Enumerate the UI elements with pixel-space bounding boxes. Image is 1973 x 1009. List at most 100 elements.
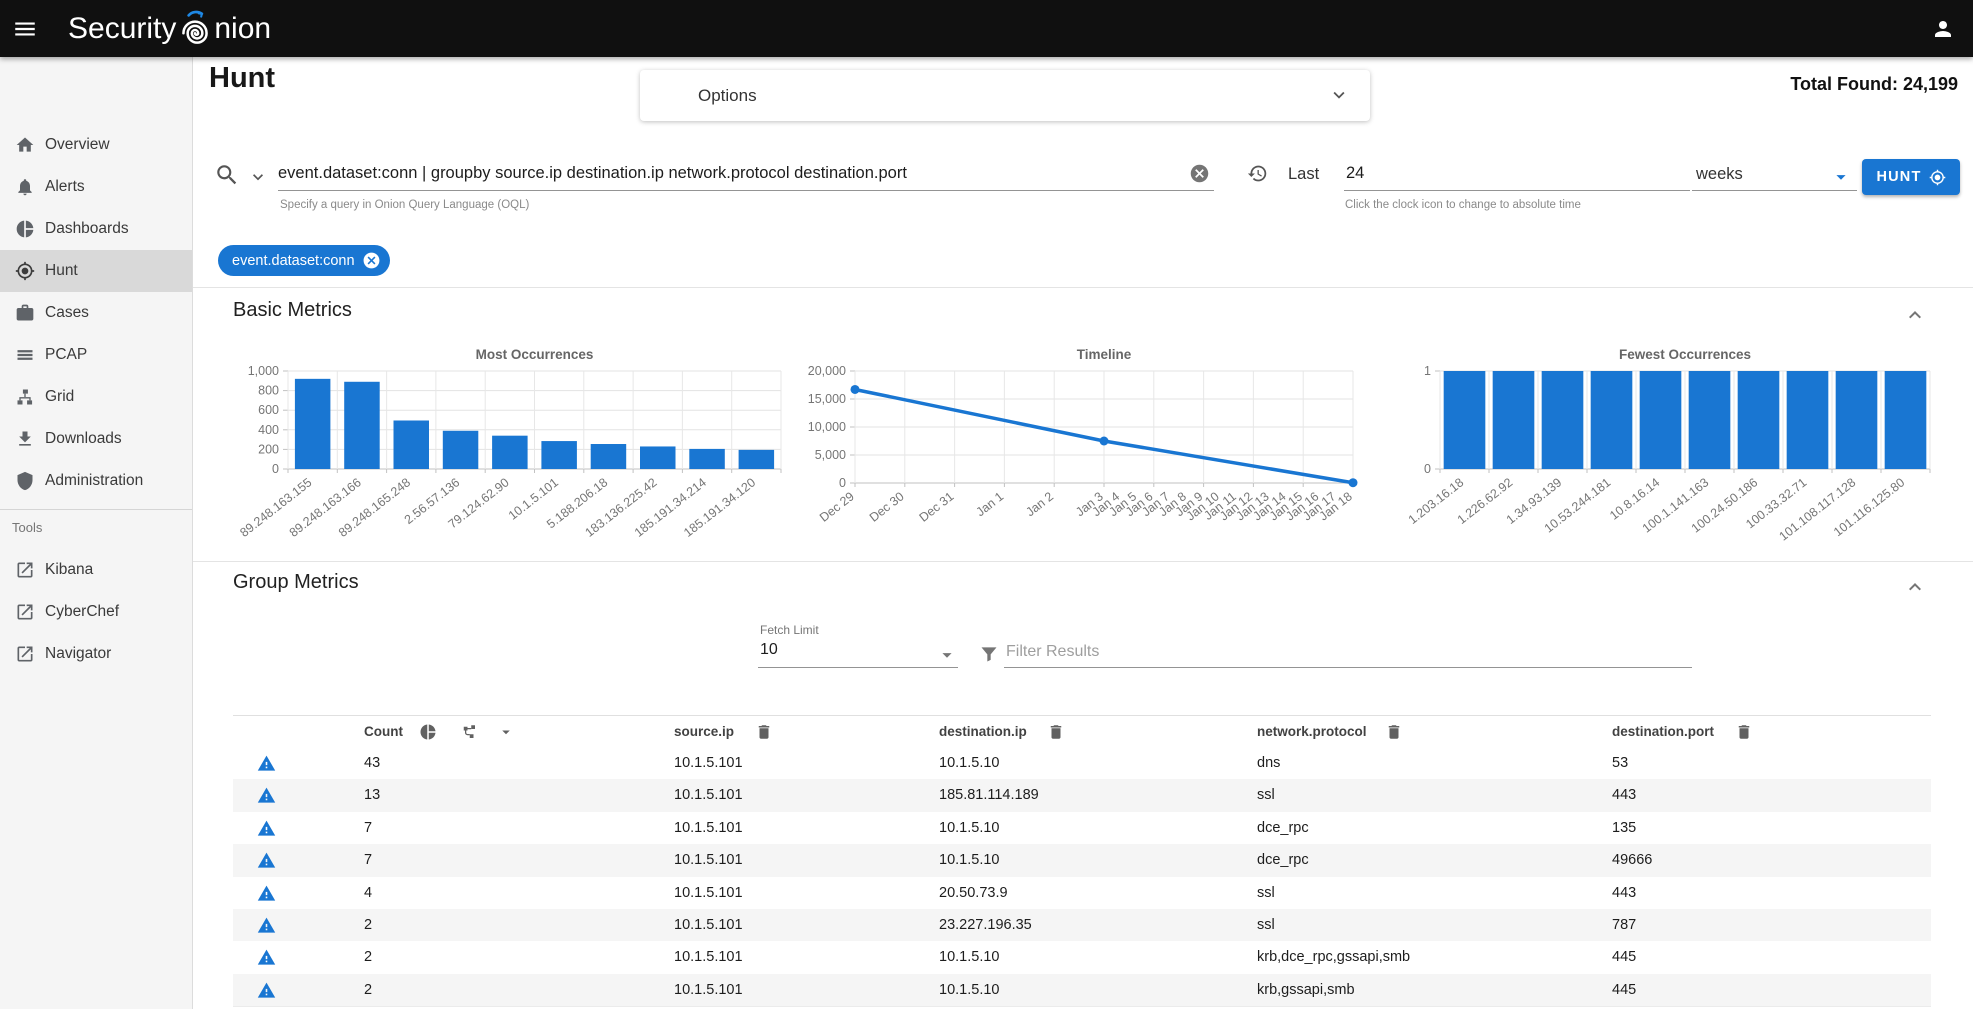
duration-unit-select[interactable]: weeks <box>1696 165 1743 184</box>
table-row[interactable]: 2 10.1.5.101 23.227.196.35 ssl 787 <box>233 909 1931 942</box>
trash-icon[interactable] <box>755 723 773 741</box>
cell-network-protocol[interactable]: dns <box>1257 747 1280 779</box>
sidebar-item-alerts[interactable]: Alerts <box>0 166 192 208</box>
cell-network-protocol[interactable]: ssl <box>1257 909 1275 941</box>
cell-destination-ip[interactable]: 10.1.5.10 <box>939 747 999 779</box>
user-account-icon[interactable] <box>1931 17 1955 41</box>
cell-count[interactable]: 13 <box>364 779 380 811</box>
sidebar-item-administration[interactable]: Administration <box>0 460 192 502</box>
query-input[interactable] <box>278 158 1178 188</box>
warning-icon[interactable] <box>257 884 276 903</box>
cell-count[interactable]: 7 <box>364 812 372 844</box>
sidebar-item-cases[interactable]: Cases <box>0 292 192 334</box>
cell-destination-port[interactable]: 445 <box>1612 974 1636 1006</box>
cell-source-ip[interactable]: 10.1.5.101 <box>674 812 743 844</box>
cell-destination-port[interactable]: 787 <box>1612 909 1636 941</box>
cell-destination-port[interactable]: 53 <box>1612 747 1628 779</box>
warning-icon[interactable] <box>257 819 276 838</box>
caret-down-icon[interactable] <box>497 723 515 741</box>
table-row[interactable]: 7 10.1.5.101 10.1.5.10 dce_rpc 135 <box>233 812 1931 845</box>
cell-count[interactable]: 2 <box>364 974 372 1006</box>
cell-network-protocol[interactable]: dce_rpc <box>1257 812 1309 844</box>
table-row[interactable]: 4 10.1.5.101 20.50.73.9 ssl 443 <box>233 877 1931 910</box>
cell-destination-ip[interactable]: 10.1.5.10 <box>939 941 999 973</box>
cell-destination-port[interactable]: 49666 <box>1612 844 1652 876</box>
trash-icon[interactable] <box>1735 723 1753 741</box>
fetch-limit-select[interactable]: 10 <box>760 641 778 659</box>
collapse-group-metrics-icon[interactable] <box>1903 575 1927 599</box>
cell-source-ip[interactable]: 10.1.5.101 <box>674 779 743 811</box>
column-header-network-protocol[interactable]: network.protocol <box>1257 716 1367 748</box>
cell-destination-port[interactable]: 135 <box>1612 812 1636 844</box>
cell-count[interactable]: 7 <box>364 844 372 876</box>
cell-destination-ip[interactable]: 10.1.5.10 <box>939 812 999 844</box>
caret-down-icon[interactable] <box>1830 166 1852 188</box>
table-row[interactable]: 2 10.1.5.101 10.1.5.10 krb,gssapi,smb 445 <box>233 974 1931 1007</box>
sidebar-item-navigator[interactable]: Navigator <box>0 633 192 675</box>
cell-network-protocol[interactable]: krb,dce_rpc,gssapi,smb <box>1257 941 1410 973</box>
cell-destination-port[interactable]: 443 <box>1612 779 1636 811</box>
column-header-source-ip[interactable]: source.ip <box>674 716 734 748</box>
cell-destination-ip[interactable]: 185.81.114.189 <box>939 779 1039 811</box>
warning-icon[interactable] <box>257 851 276 870</box>
cell-count[interactable]: 43 <box>364 747 380 779</box>
duration-value-input[interactable] <box>1346 158 1546 188</box>
cell-source-ip[interactable]: 10.1.5.101 <box>674 941 743 973</box>
warning-icon[interactable] <box>257 754 276 773</box>
cell-source-ip[interactable]: 10.1.5.101 <box>674 844 743 876</box>
history-clock-icon[interactable] <box>1247 163 1268 184</box>
options-expander[interactable]: Options <box>640 70 1370 121</box>
cell-network-protocol[interactable]: ssl <box>1257 877 1275 909</box>
cell-network-protocol[interactable]: dce_rpc <box>1257 844 1309 876</box>
trash-icon[interactable] <box>1385 723 1403 741</box>
cell-source-ip[interactable]: 10.1.5.101 <box>674 909 743 941</box>
pie-chart-toggle-icon[interactable] <box>419 723 437 741</box>
remove-filter-icon[interactable] <box>362 251 381 270</box>
cell-destination-ip[interactable]: 23.227.196.35 <box>939 909 1032 941</box>
table-row[interactable]: 13 10.1.5.101 185.81.114.189 ssl 443 <box>233 779 1931 812</box>
cell-destination-port[interactable]: 443 <box>1612 877 1636 909</box>
menu-icon[interactable] <box>12 16 38 42</box>
table-row[interactable]: 2 10.1.5.101 10.1.5.10 krb,dce_rpc,gssapi,s… <box>233 941 1931 974</box>
caret-down-icon[interactable] <box>936 644 958 666</box>
sidebar-item-downloads[interactable]: Downloads <box>0 418 192 460</box>
cell-destination-ip[interactable]: 10.1.5.10 <box>939 844 999 876</box>
sidebar-item-kibana[interactable]: Kibana <box>0 549 192 591</box>
sidebar-item-dashboards[interactable]: Dashboards <box>0 208 192 250</box>
graph-view-icon[interactable] <box>460 723 478 741</box>
clear-query-icon[interactable] <box>1189 163 1210 184</box>
cell-source-ip[interactable]: 10.1.5.101 <box>674 974 743 1006</box>
trash-icon[interactable] <box>1047 723 1065 741</box>
cell-count[interactable]: 2 <box>364 909 372 941</box>
cell-source-ip[interactable]: 10.1.5.101 <box>674 747 743 779</box>
filter-chip[interactable]: event.dataset:conn <box>218 245 390 276</box>
warning-icon[interactable] <box>257 916 276 935</box>
cell-network-protocol[interactable]: ssl <box>1257 779 1275 811</box>
cell-count[interactable]: 4 <box>364 877 372 909</box>
warning-icon[interactable] <box>257 948 276 967</box>
table-row[interactable]: 7 10.1.5.101 10.1.5.10 dce_rpc 49666 <box>233 844 1931 877</box>
cell-destination-ip[interactable]: 10.1.5.10 <box>939 974 999 1006</box>
query-dropdown-chevron-icon[interactable] <box>248 167 268 187</box>
filter-results-input[interactable] <box>1006 638 1686 666</box>
cell-destination-ip[interactable]: 20.50.73.9 <box>939 877 1008 909</box>
sidebar-item-grid[interactable]: Grid <box>0 376 192 418</box>
hunt-button[interactable]: HUNT <box>1862 159 1960 195</box>
hunt-page: Security nion Overview Alerts Dashboards <box>0 0 1973 1009</box>
table-row[interactable]: 43 10.1.5.101 10.1.5.10 dns 53 <box>233 747 1931 780</box>
sidebar-item-hunt[interactable]: Hunt <box>0 250 192 292</box>
sidebar-item-pcap[interactable]: PCAP <box>0 334 192 376</box>
collapse-basic-metrics-icon[interactable] <box>1903 303 1927 327</box>
cell-count[interactable]: 2 <box>364 941 372 973</box>
cell-network-protocol[interactable]: krb,gssapi,smb <box>1257 974 1355 1006</box>
sidebar-item-cyberchef[interactable]: CyberChef <box>0 591 192 633</box>
column-header-destination-port[interactable]: destination.port <box>1612 716 1714 748</box>
security-onion-logo[interactable]: Security nion <box>68 8 271 50</box>
cell-destination-port[interactable]: 445 <box>1612 941 1636 973</box>
column-header-count[interactable]: Count <box>364 716 403 748</box>
warning-icon[interactable] <box>257 786 276 805</box>
cell-source-ip[interactable]: 10.1.5.101 <box>674 877 743 909</box>
sidebar-item-overview[interactable]: Overview <box>0 124 192 166</box>
column-header-destination-ip[interactable]: destination.ip <box>939 716 1027 748</box>
warning-icon[interactable] <box>257 981 276 1000</box>
